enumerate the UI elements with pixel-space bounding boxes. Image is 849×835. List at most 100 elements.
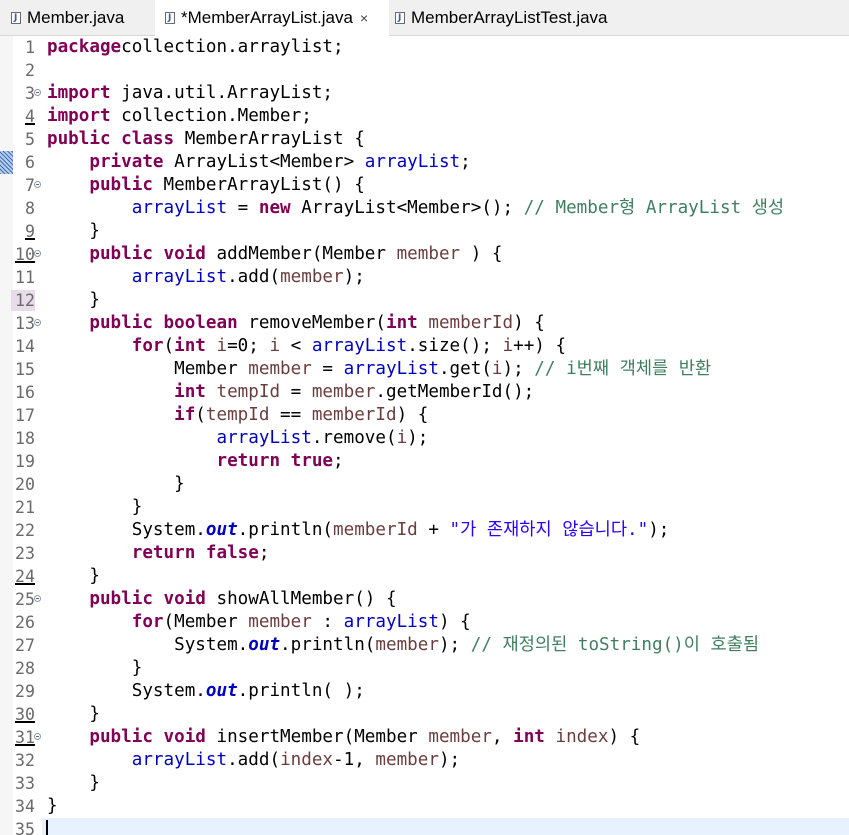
code-token: showAllMember() { [205, 589, 397, 609]
code-line[interactable]: 26 for(Member member : arrayList) { [0, 611, 849, 634]
tab-member-array-list-test-java[interactable]: J MemberArrayListTest.java [389, 0, 639, 36]
code-token: i [216, 336, 228, 356]
code-token: ) { [396, 405, 429, 425]
code-token: Member [47, 359, 249, 379]
code-token: ); [343, 267, 365, 287]
code-token: for [131, 336, 164, 356]
code-line[interactable]: 4 import collection.Member; [0, 105, 849, 128]
tab-member-java[interactable]: J Member.java [0, 0, 155, 36]
code-token: = [280, 382, 312, 402]
code-line[interactable]: 27 System.out.println(member); // 재정의된 t… [0, 634, 849, 657]
code-text: packagecollection.arraylist; [47, 36, 344, 59]
code-token: memberId [333, 520, 418, 540]
code-token: public [89, 244, 153, 264]
code-token: ArrayList<Member>(); [290, 198, 524, 218]
code-line[interactable]: 34} [0, 795, 849, 818]
code-token: ArrayList<Member> [163, 152, 365, 172]
code-text: private ArrayList<Member> arrayList; [47, 151, 470, 174]
line-number: 27 [15, 636, 35, 655]
code-line[interactable]: 21 } [0, 496, 849, 519]
fold-collapse-icon[interactable] [34, 595, 41, 602]
code-line[interactable]: 19 return true; [0, 450, 849, 473]
code-token: int [385, 313, 418, 333]
close-icon[interactable]: × [360, 10, 368, 26]
code-line[interactable]: 14 for(int i=0; i < arrayList.size(); i+… [0, 335, 849, 358]
code-token: member [248, 359, 312, 379]
code-line[interactable]: 3 import java.util.ArrayList; [0, 82, 849, 105]
code-line[interactable]: 31 public void insertMember(Member membe… [0, 726, 849, 749]
code-line[interactable]: 24 } [0, 565, 849, 588]
code-line[interactable]: 23 return false; [0, 542, 849, 565]
line-number: 5 [25, 130, 35, 149]
line-number: 14 [15, 337, 35, 356]
line-number: 23 [15, 544, 35, 563]
code-token: collection.Member; [110, 106, 312, 126]
code-token: addMember(Member [205, 244, 397, 264]
code-line[interactable]: 12 } [0, 289, 849, 312]
code-line[interactable]: 22 System.out.println(memberId + "가 존재하지… [0, 519, 849, 542]
code-line[interactable]: 7 public MemberArrayList() { [0, 174, 849, 197]
code-line[interactable]: 17 if(tempId == memberId) { [0, 404, 849, 427]
code-line[interactable]: 35 [0, 818, 849, 835]
code-line[interactable]: 1 packagecollection.arraylist; [0, 36, 849, 59]
tab-member-array-list-java[interactable]: J *MemberArrayList.java × [155, 0, 389, 36]
code-editor[interactable]: 1 packagecollection.arraylist; 2 3 import ja… [0, 36, 849, 835]
line-number: 2 [25, 61, 35, 80]
code-token: =0; [227, 336, 270, 356]
code-text: return false; [47, 542, 270, 565]
fold-collapse-icon[interactable] [34, 319, 41, 326]
code-line[interactable]: 20 } [0, 473, 849, 496]
code-token: .remove( [311, 428, 397, 448]
code-line[interactable]: 30 } [0, 703, 849, 726]
line-number: 20 [15, 475, 35, 494]
code-token: = [311, 359, 344, 379]
code-line[interactable]: 32 arrayList.add(index-1, member); [0, 749, 849, 772]
line-number: 31 [15, 728, 35, 747]
code-line[interactable]: 13 public boolean removeMember(int membe… [0, 312, 849, 335]
code-text: arrayList.add(member); [47, 266, 365, 289]
line-number: 28 [15, 659, 35, 678]
code-token: false [205, 543, 259, 563]
code-line[interactable]: 16 int tempId = member.getMemberId(); [0, 381, 849, 404]
code-token: member [396, 244, 461, 264]
code-line[interactable]: 15 Member member = arrayList.get(i); // … [0, 358, 849, 381]
code-token: void [163, 589, 206, 609]
code-line[interactable]: 10 public void addMember(Member member )… [0, 243, 849, 266]
code-token: true [290, 451, 334, 471]
code-token: int [174, 382, 206, 402]
code-token: ); [407, 428, 429, 448]
code-token: ) { [460, 244, 503, 264]
code-token: new [258, 198, 291, 218]
code-line[interactable]: 11 arrayList.add(member); [0, 266, 849, 289]
code-token: .add( [227, 750, 281, 770]
code-line[interactable]: 5 public class MemberArrayList { [0, 128, 849, 151]
code-line[interactable]: 18 arrayList.remove(i); [0, 427, 849, 450]
code-line[interactable]: 33 } [0, 772, 849, 795]
code-line[interactable]: 8 arrayList = new ArrayList<Member>(); /… [0, 197, 849, 220]
code-line[interactable]: 9 } [0, 220, 849, 243]
code-line[interactable]: 25 public void showAllMember() { [0, 588, 849, 611]
code-token: boolean [163, 313, 238, 333]
current-line-highlight [42, 818, 849, 835]
fold-collapse-icon[interactable] [34, 89, 41, 96]
line-number: 32 [15, 751, 35, 770]
code-line[interactable]: 29 System.out.println( ); [0, 680, 849, 703]
code-line[interactable]: 28 } [0, 657, 849, 680]
fold-collapse-icon[interactable] [34, 250, 41, 257]
code-text: System.out.println( ); [47, 680, 365, 703]
code-text: System.out.println(memberId + "가 존재하지 않습… [47, 519, 670, 542]
fold-collapse-icon[interactable] [34, 733, 41, 740]
java-file-icon: J [395, 12, 405, 24]
code-line[interactable]: 2 [0, 59, 849, 82]
line-number: 34 [15, 797, 35, 816]
fold-collapse-icon[interactable] [34, 181, 41, 188]
code-line[interactable]: 6 private ArrayList<Member> arrayList; [0, 151, 849, 174]
